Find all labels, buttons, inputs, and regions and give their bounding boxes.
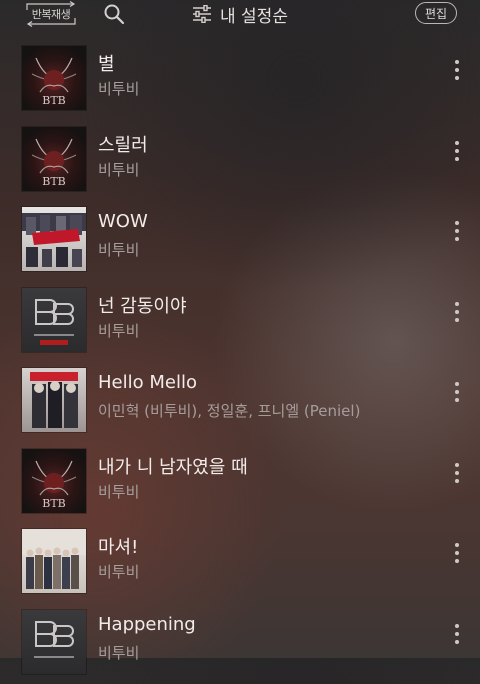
album-cover: BTB [22, 127, 86, 191]
song-row[interactable]: WOW 비투비 [0, 201, 480, 282]
song-row[interactable]: Hello Mello 이민혁 (비투비), 정일훈, 프니엘 (Peniel) [0, 362, 480, 443]
sliders-icon [192, 5, 212, 23]
edit-button[interactable]: 편집 [415, 2, 457, 24]
album-cover: BTB [22, 46, 86, 110]
song-row[interactable]: BTB 내가 니 남자였을 때 비투비 [0, 443, 480, 524]
more-options-button[interactable] [450, 624, 464, 652]
repeat-label: 반복재생 [32, 6, 70, 22]
repeat-button[interactable]: 반복재생 [24, 1, 78, 27]
song-artist: 비투비 [98, 159, 139, 180]
song-title: 넌 감동이야 [98, 292, 187, 318]
song-artist: 비투비 [98, 642, 139, 663]
svg-text:BTB: BTB [42, 94, 66, 107]
song-row[interactable]: 넌 감동이야 비투비 [0, 282, 480, 363]
song-row[interactable]: BTB 스릴러 비투비 [0, 121, 480, 202]
song-list: BTB 별 비투비 BTB 스릴러 비투비 [0, 40, 480, 684]
svg-text:BTB: BTB [42, 497, 66, 510]
sort-label: 내 설정순 [220, 2, 288, 27]
song-artist: 비투비 [98, 239, 139, 260]
sort-button[interactable]: 내 설정순 [192, 2, 288, 26]
song-artist: 비투비 [98, 78, 139, 99]
song-title: Happening [98, 614, 196, 635]
album-cover [22, 610, 86, 674]
search-button[interactable] [103, 3, 125, 25]
svg-text:BTB: BTB [42, 175, 66, 188]
more-options-button[interactable] [450, 221, 464, 249]
more-options-button[interactable] [450, 302, 464, 330]
album-cover [22, 529, 86, 593]
more-options-button[interactable] [450, 382, 464, 410]
more-options-button[interactable] [450, 141, 464, 169]
song-artist: 비투비 [98, 481, 139, 502]
album-cover [22, 288, 86, 352]
search-icon [103, 3, 125, 25]
song-row[interactable]: Happening 비투비 [0, 604, 480, 684]
song-title: 별 [98, 50, 115, 76]
more-options-button[interactable] [450, 543, 464, 571]
song-artist: 비투비 [98, 561, 139, 582]
song-title: Hello Mello [98, 372, 197, 393]
toolbar: 반복재생 내 설정순 편집 [0, 0, 480, 30]
song-title: WOW [98, 211, 148, 232]
album-cover [22, 207, 86, 271]
song-row[interactable]: 마셔! 비투비 [0, 523, 480, 604]
album-cover: BTB [22, 449, 86, 513]
more-options-button[interactable] [450, 60, 464, 88]
song-artist: 이민혁 (비투비), 정일훈, 프니엘 (Peniel) [98, 400, 360, 421]
song-title: 마셔! [98, 533, 138, 559]
song-artist: 비투비 [98, 320, 139, 341]
song-title: 스릴러 [98, 131, 148, 157]
album-cover [22, 368, 86, 432]
song-row[interactable]: BTB 별 비투비 [0, 40, 480, 121]
song-title: 내가 니 남자였을 때 [98, 453, 248, 479]
more-options-button[interactable] [450, 463, 464, 491]
